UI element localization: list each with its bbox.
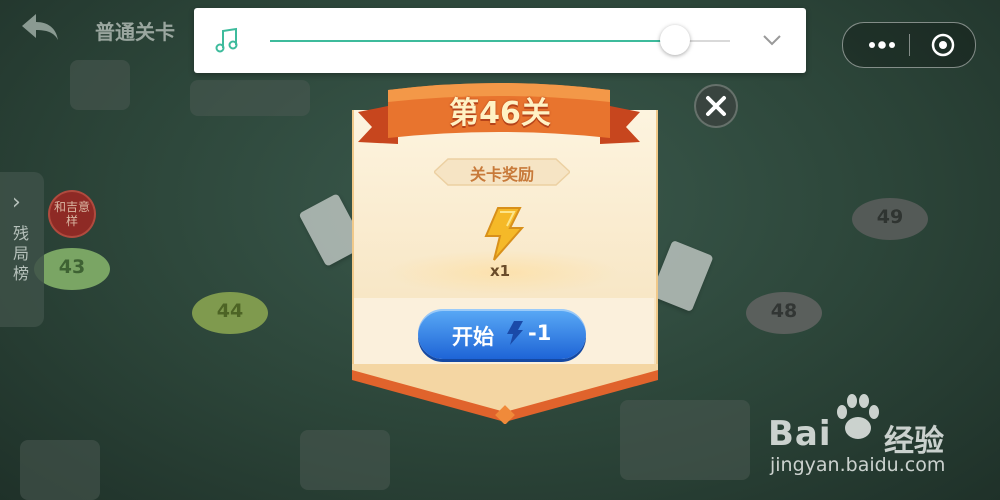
volume-slider-thumb[interactable] [659, 25, 690, 55]
watermark-brand: Bai [768, 414, 832, 454]
energy-bolt-icon [507, 321, 523, 345]
mode-title: 普通关卡 [95, 20, 175, 44]
back-icon[interactable] [18, 10, 62, 44]
level-tag-badge: 和吉意样 [50, 192, 94, 236]
close-button[interactable] [696, 86, 736, 126]
leaderboard-side-tab[interactable]: › 残局榜 [0, 172, 44, 327]
volume-slider-fill [270, 40, 675, 42]
more-options-icon[interactable] [857, 23, 907, 67]
side-tab-label: 残局榜 [13, 224, 30, 283]
exit-target-icon[interactable] [923, 23, 973, 67]
level-node-48[interactable]: 48 [746, 292, 822, 346]
lightning-bolt-icon [484, 207, 525, 261]
volume-slider[interactable] [270, 25, 730, 55]
chevron-right-icon: › [12, 190, 21, 215]
watermark-url: jingyan.baidu.com [770, 454, 946, 476]
map-road [70, 60, 130, 110]
level-node-44[interactable]: 44 [192, 292, 268, 346]
music-note-icon [215, 27, 238, 53]
level-title: 第46关 [449, 96, 551, 131]
reward-quantity: x1 [489, 262, 511, 280]
dialog-shield-bottom [352, 364, 658, 424]
energy-cost: -1 [528, 321, 552, 345]
capsule-divider [909, 34, 910, 56]
music-volume-bar [194, 8, 806, 73]
reward-label: 关卡奖励 [469, 165, 534, 184]
chevron-down-icon[interactable] [760, 28, 784, 52]
paw-icon [837, 394, 879, 439]
map-road [20, 440, 100, 500]
reward-label-banner: 关卡奖励 [434, 155, 570, 189]
baidu-jingyan-watermark: Bai 经验 jingyan.baidu.com [768, 392, 980, 480]
start-button-label: 开始 [452, 325, 494, 349]
start-button[interactable]: 开始 -1 [418, 309, 586, 359]
close-icon [706, 96, 726, 116]
miniprogram-capsule [842, 22, 976, 68]
level-node-43[interactable]: 43 [34, 248, 110, 302]
map-road [300, 430, 390, 490]
map-road [190, 80, 310, 116]
level-node-49[interactable]: 49 [852, 198, 928, 252]
